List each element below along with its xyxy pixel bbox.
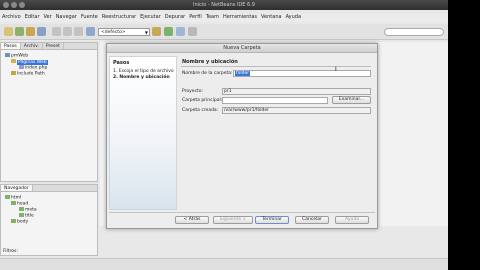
body-tag-icon: [11, 219, 16, 223]
navigator-filter-label: Filtros:: [3, 249, 18, 254]
new-project-icon[interactable]: [15, 27, 24, 36]
build-icon[interactable]: [152, 27, 161, 36]
profile-icon[interactable]: [188, 27, 197, 36]
projects-panel: Pasos Archiv. Preset pmWeb Páginas Web i…: [0, 42, 98, 182]
window-title: Inicio - NetBeans IDE 6.9: [193, 2, 255, 8]
text-cursor-icon: I: [335, 66, 337, 73]
dialog-title: Nueva Carpeta: [107, 44, 377, 53]
configuration-value: <defecto>: [101, 30, 126, 35]
cut-icon[interactable]: [52, 27, 61, 36]
copy-icon[interactable]: [63, 27, 72, 36]
library-icon: [11, 71, 16, 75]
open-project-icon[interactable]: [26, 27, 35, 36]
content-divider: [181, 66, 371, 67]
undo-icon[interactable]: [86, 27, 95, 36]
created-folder-label: Carpeta creada:: [182, 108, 219, 113]
tab-prestaciones[interactable]: Preset: [43, 43, 64, 49]
status-bar: [0, 258, 448, 270]
tab-proyectos[interactable]: Pasos: [1, 43, 21, 49]
nav-node-title[interactable]: title: [19, 213, 34, 219]
content-heading: Nombre y ubicación: [182, 59, 238, 65]
next-button[interactable]: Siguiente >: [213, 216, 253, 224]
browse-button[interactable]: Examinar...: [332, 96, 371, 104]
finish-button[interactable]: Terminar: [255, 216, 289, 224]
steps-heading: Pasos: [113, 60, 130, 66]
step-choose-file-type: 1. Escoja el tipo de archivo: [113, 69, 174, 74]
projects-panel-tabs: Pasos Archiv. Preset: [1, 43, 97, 50]
tree-node-include-path[interactable]: Include Path: [11, 71, 45, 77]
folder-name-field[interactable]: folder: [233, 70, 371, 77]
tree-node-index-php[interactable]: index.php: [19, 65, 47, 71]
menu-perfil[interactable]: Perfil: [189, 14, 202, 22]
menu-ayuda[interactable]: Ayuda: [286, 14, 301, 22]
cancel-button[interactable]: Cancelar: [295, 216, 329, 224]
main-toolbar: [0, 24, 448, 40]
tree-node-web-pages[interactable]: Páginas Web: [11, 59, 48, 65]
menu-depurar[interactable]: Depurar: [165, 14, 185, 22]
new-folder-dialog: Nueva Carpeta Pasos 1. Escoja el tipo de…: [106, 43, 378, 229]
parent-folder-label: Carpeta principal:: [182, 98, 223, 103]
nav-node-html[interactable]: html: [5, 195, 21, 201]
menu-navegar[interactable]: Navegar: [56, 14, 77, 22]
project-label: Proyecto:: [182, 89, 204, 94]
tree-node-project[interactable]: pmWeb: [5, 53, 28, 59]
php-file-icon: [19, 65, 24, 69]
paste-icon[interactable]: [74, 27, 83, 36]
parent-folder-field[interactable]: [222, 97, 328, 104]
wizard-steps-panel: Pasos 1. Escoja el tipo de archivo 2. No…: [109, 56, 177, 210]
configuration-combo[interactable]: <defecto> ▼: [98, 28, 150, 36]
window-titlebar: Inicio - NetBeans IDE 6.9: [0, 0, 448, 10]
menu-ver[interactable]: Ver: [44, 14, 52, 22]
menu-editar[interactable]: Editar: [25, 14, 40, 22]
navigator-panel: Navegador html head meta title body: [0, 184, 98, 256]
run-icon[interactable]: [164, 27, 173, 36]
project-icon: [5, 53, 10, 57]
footer-divider: [109, 212, 375, 213]
step-name-and-location: 2. Nombre y ubicación: [113, 75, 170, 80]
navigator-panel-tabs: Navegador: [1, 185, 97, 192]
back-button[interactable]: < Atrás: [175, 216, 209, 224]
save-all-icon[interactable]: [37, 27, 46, 36]
tab-navegador[interactable]: Navegador: [1, 185, 33, 191]
menu-fuente[interactable]: Fuente: [81, 14, 98, 22]
project-value: pr1: [224, 89, 232, 94]
menu-ejecutar[interactable]: Ejecutar: [140, 14, 161, 22]
html-tag-icon: [5, 195, 10, 199]
folder-name-label: Nombre de la carpeta:: [182, 71, 233, 76]
title-tag-icon: [19, 213, 24, 217]
head-tag-icon: [11, 201, 16, 205]
desktop-screen: Inicio - NetBeans IDE 6.9 Archivo Editar…: [0, 0, 480, 270]
nav-node-meta[interactable]: meta: [19, 207, 37, 213]
new-file-icon[interactable]: [4, 27, 13, 36]
help-button[interactable]: Ayuda: [335, 216, 369, 224]
letterbox-border: [448, 0, 480, 270]
menu-ventana[interactable]: Ventana: [261, 14, 282, 22]
meta-tag-icon: [19, 207, 24, 211]
wizard-content-panel: Nombre y ubicación Nombre de la carpeta:…: [179, 56, 375, 210]
project-field: pr1: [222, 88, 371, 95]
folder-name-value: folder: [235, 71, 251, 76]
created-folder-value: /var/www/pr1/folder: [224, 108, 270, 113]
tab-archivos[interactable]: Archiv.: [21, 43, 43, 49]
menu-reestructurar[interactable]: Reestructurar: [102, 14, 136, 22]
debug-icon[interactable]: [176, 27, 185, 36]
created-folder-field: /var/www/pr1/folder: [222, 107, 371, 114]
nav-node-head[interactable]: head: [11, 201, 28, 207]
menubar: Archivo Editar Ver Navegar Fuente Reestr…: [0, 14, 448, 22]
menu-team[interactable]: Team: [206, 14, 219, 22]
folder-icon: [11, 59, 16, 63]
menu-herramientas[interactable]: Herramientas: [223, 14, 257, 22]
menu-archivo[interactable]: Archivo: [2, 14, 21, 22]
search-input[interactable]: [384, 28, 444, 36]
nav-node-body[interactable]: body: [11, 219, 28, 225]
chevron-down-icon: ▼: [144, 30, 148, 35]
